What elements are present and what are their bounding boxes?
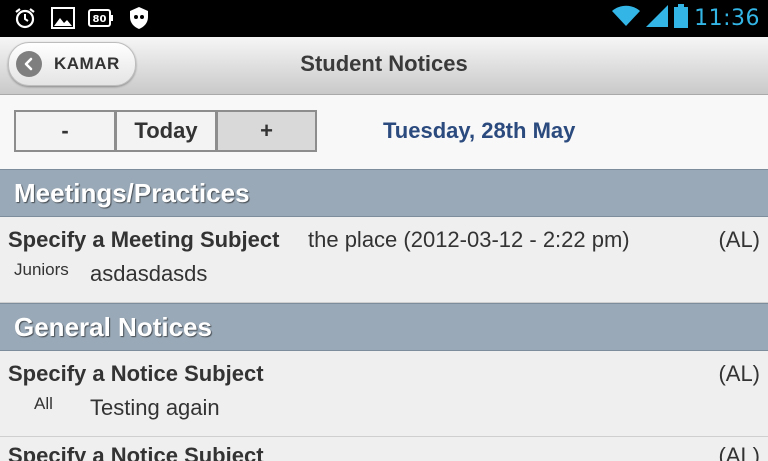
item-subject: Specify a Notice Subject [8,361,264,386]
svg-text:80: 80 [93,14,107,25]
list-item[interactable]: Specify a Meeting Subject the place (201… [0,217,768,303]
signal-icon [646,5,669,32]
item-code: (AL) [718,443,760,461]
status-bar: 80 11:36 [0,0,768,37]
item-subject: Specify a Notice Subject [8,443,264,461]
item-place: the place (2012-03-12 - 2:22 pm) [308,227,630,252]
next-day-button[interactable]: + [216,110,317,152]
today-button[interactable]: Today [115,110,217,152]
section-title: General Notices [14,312,212,342]
section-header-general: General Notices [0,303,768,351]
current-date: Tuesday, 28th May [383,118,576,143]
section-title: Meetings/Practices [14,178,250,208]
section-header-meetings: Meetings/Practices [0,169,768,217]
page-title: Student Notices [300,51,468,76]
item-body: asdasdasds [90,261,208,286]
item-group: All [34,394,53,413]
item-code: (AL) [718,361,760,386]
item-code: (AL) [718,227,760,252]
list-item[interactable]: Specify a Notice Subject (AL) [0,437,768,461]
date-navigation: - Today + Tuesday, 28th May [0,95,768,169]
shield-icon [126,6,152,30]
image-icon [50,6,76,30]
alarm-icon [12,6,38,30]
wifi-icon [612,5,641,32]
clock: 11:36 [694,6,760,31]
system-status: 11:36 [612,4,760,33]
notification-icons: 80 [12,6,152,30]
list-item[interactable]: Specify a Notice Subject (AL) All Testin… [0,351,768,437]
action-bar: KAMAR Student Notices [0,37,768,95]
battery-saver-icon: 80 [88,6,114,30]
battery-icon [674,4,689,33]
item-group: Juniors [14,260,69,279]
previous-day-button[interactable]: - [14,110,116,152]
item-body: Testing again [90,395,220,420]
item-subject: Specify a Meeting Subject [8,227,280,252]
